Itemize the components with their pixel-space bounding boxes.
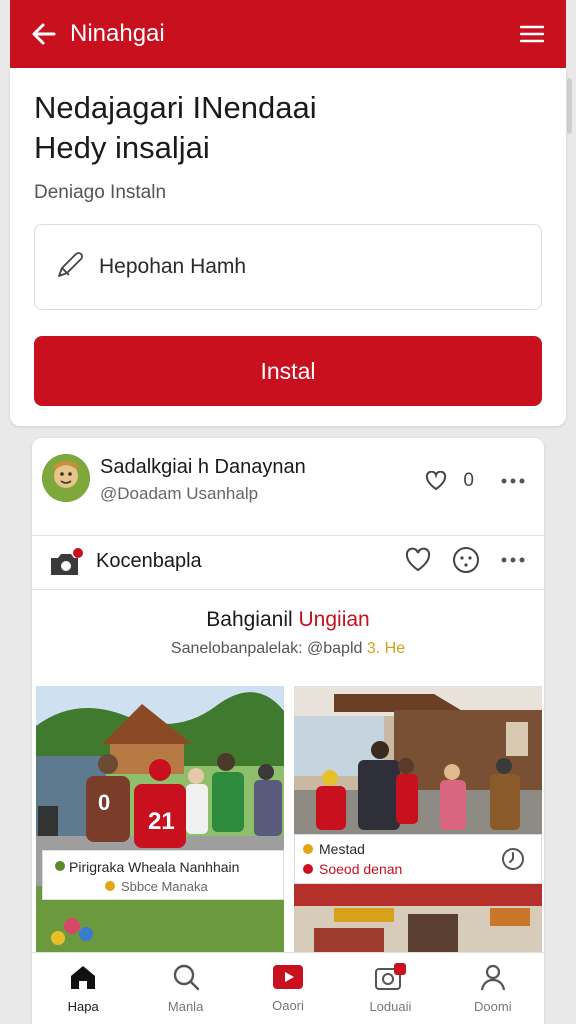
scrollbar[interactable]: [567, 78, 572, 134]
profile-icon: [480, 964, 505, 991]
text-input[interactable]: [99, 255, 499, 279]
photo-caption-card-1[interactable]: Pirigraka Wheala Nanhhain Sbbce Manaka: [42, 850, 284, 900]
clock-icon[interactable]: [501, 847, 525, 871]
page-subtitle: Deniago Instaln: [34, 182, 167, 203]
install-button[interactable]: Instal: [34, 336, 542, 406]
home-icon: [71, 966, 96, 989]
page-title-line-2: Hedy insaljai: [34, 130, 210, 165]
play-icon: [273, 965, 304, 989]
photo-village-crowd[interactable]: 0 21: [36, 686, 284, 954]
photo-storefront[interactable]: [294, 884, 542, 956]
photo-caption-card-2[interactable]: Mestad Soeod denan: [294, 834, 542, 884]
tab-profile[interactable]: Doomi: [442, 953, 544, 1024]
camera-icon[interactable]: [48, 548, 84, 578]
app-title: Ninahgai: [70, 20, 165, 47]
section-row: Kocenbapla: [32, 536, 544, 590]
jersey-number-0: 0: [98, 790, 111, 815]
story-subtitle: Sanelobanpalelak: @bapld 3. He: [32, 640, 544, 658]
tab-label: Loduaii: [369, 999, 412, 1014]
photo-caption-title: Mestad: [319, 841, 365, 857]
status-dot: [105, 881, 115, 891]
photo-caption-sub: Sbbce Manaka: [121, 879, 208, 894]
post-header-actions: 0: [425, 470, 526, 492]
tab-label: Oaori: [272, 998, 304, 1013]
more-icon[interactable]: [500, 556, 526, 564]
post-author-name[interactable]: Sadalkgiai h Danaynan: [100, 456, 306, 479]
tab-label: Hapa: [67, 999, 99, 1014]
post-card: Sadalkgiai h Danaynan @Doadam Usanhalp 0…: [32, 438, 544, 1024]
heart-icon[interactable]: [404, 547, 432, 573]
avatar[interactable]: [42, 454, 90, 502]
page-title: Nedajagari INendaai Hedy insaljai: [34, 88, 534, 168]
tab-home[interactable]: Hapa: [32, 953, 134, 1024]
status-dot: [55, 861, 65, 871]
hamburger-menu-icon: [520, 25, 544, 43]
status-dot: [303, 844, 313, 854]
tab-search[interactable]: Manla: [134, 953, 236, 1024]
post-author-handle: @Doadam Usanhalp: [100, 484, 259, 503]
tab-label: Manla: [167, 999, 204, 1014]
jersey-number-21: 21: [148, 808, 175, 835]
bottom-tab-bar: Hapa Manla Oaori Loduaii Doomi: [32, 952, 544, 1024]
story-title-highlight: Ungiian: [298, 608, 370, 631]
back-button[interactable]: [28, 18, 60, 50]
search-icon: [173, 964, 199, 991]
story-subtitle-highlight: 3. He: [366, 640, 406, 657]
page-title-line-1: Nedajagari INendaai: [34, 90, 317, 125]
back-arrow-icon: [32, 23, 56, 45]
tab-notifications[interactable]: Loduaii: [339, 953, 441, 1024]
story-subtitle-text: Sanelobanpalelak: @bapld: [170, 640, 367, 657]
text-field[interactable]: [34, 224, 542, 310]
photo-caption-title: Pirigraka Wheala Nanhhain: [69, 859, 240, 875]
post-header: Sadalkgiai h Danaynan @Doadam Usanhalp 0: [32, 438, 544, 536]
emoji-icon[interactable]: [452, 546, 480, 574]
menu-button[interactable]: [516, 18, 548, 50]
tab-video[interactable]: Oaori: [237, 953, 339, 1024]
photo-caption-sub: Soeod denan: [319, 861, 403, 877]
like-count: 0: [463, 470, 474, 491]
install-card: Nedajagari INendaai Hedy insaljai Deniag…: [10, 68, 566, 426]
top-app-bar: Ninahgai: [10, 0, 566, 68]
more-icon[interactable]: [500, 477, 526, 485]
section-actions: [404, 546, 526, 574]
story-title-text: Bahgianil: [206, 608, 299, 631]
tab-label: Doomi: [474, 999, 512, 1014]
heart-icon[interactable]: [425, 471, 447, 491]
story-title: Bahgianil Ungiian: [32, 608, 544, 632]
section-label: Kocenbapla: [96, 550, 202, 572]
pencil-icon: [53, 250, 87, 284]
photo-market-crowd[interactable]: [294, 686, 542, 834]
camera-notification-icon: [375, 963, 407, 990]
status-dot: [303, 864, 313, 874]
